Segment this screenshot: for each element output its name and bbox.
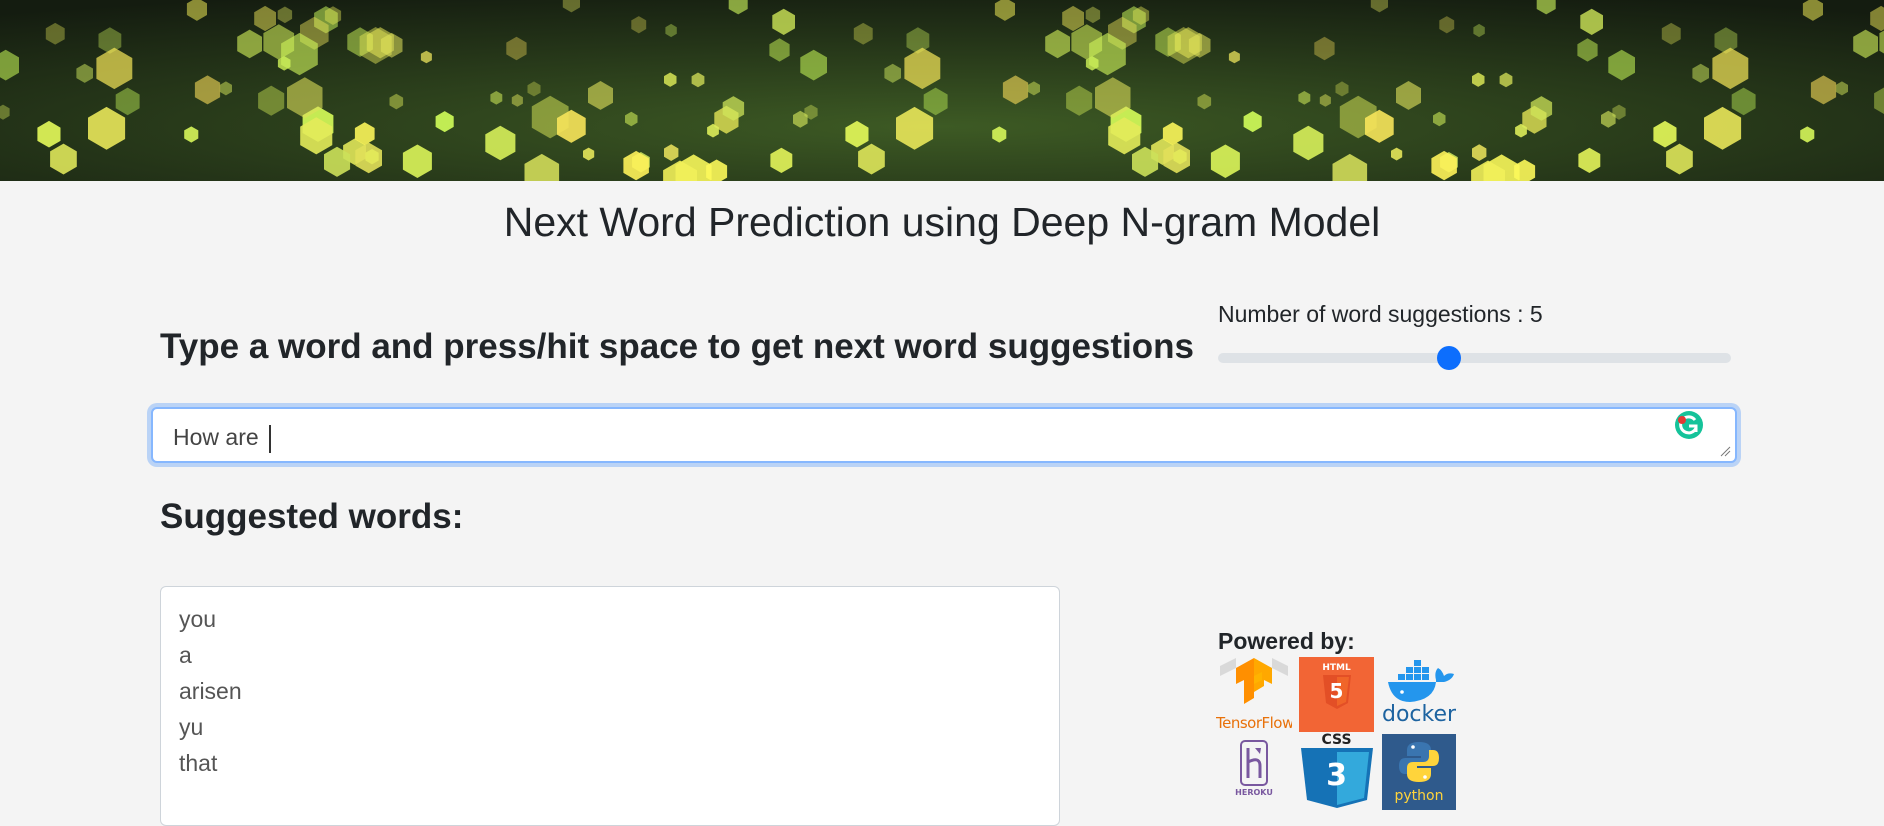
html5-logo: HTML 5 (1299, 657, 1374, 732)
header-banner-image (0, 0, 1884, 181)
bokeh-lights-image (0, 0, 1884, 181)
heroku-icon (1240, 740, 1268, 786)
powered-by-label: Powered by: (1218, 628, 1355, 654)
word-input-textarea[interactable]: How are (151, 407, 1737, 463)
suggestion-count-label: Number of word suggestions : 5 (1218, 301, 1543, 327)
grammarly-icon[interactable] (1674, 410, 1704, 440)
instruction-heading: Type a word and press/hit space to get n… (160, 327, 1194, 366)
suggested-words-heading: Suggested words: (160, 497, 464, 536)
html5-logo-label: HTML (1322, 663, 1351, 673)
input-text: How are (173, 424, 266, 450)
css3-logo: CSS 3 (1299, 732, 1374, 810)
docker-logo-text: docker (1382, 702, 1456, 727)
suggestion-word[interactable]: yu (179, 709, 1041, 745)
python-logo: python (1382, 734, 1456, 810)
tensorflow-logo: TensorFlow (1216, 658, 1292, 732)
python-logo-text: python (1394, 788, 1444, 804)
slider-thumb[interactable] (1436, 346, 1461, 370)
css3-logo-label: CSS (1321, 732, 1352, 748)
tensorflow-icon (1220, 658, 1288, 704)
suggestion-word[interactable]: that (179, 745, 1041, 781)
python-snake-icon (1399, 742, 1439, 782)
docker-logo: docker (1382, 658, 1456, 732)
tensorflow-logo-text: TensorFlow (1216, 714, 1292, 732)
suggestion-count-slider[interactable] (1218, 346, 1731, 370)
css3-logo-number: 3 (1326, 758, 1347, 793)
suggestions-list: you a arisen yu that (160, 586, 1060, 826)
html5-logo-number: 5 (1329, 679, 1344, 703)
heroku-logo-text: HEROKU (1235, 788, 1273, 797)
docker-whale-icon (1388, 660, 1454, 702)
resize-grip-icon[interactable] (1719, 445, 1731, 457)
suggestion-word[interactable]: arisen (179, 673, 1041, 709)
heroku-logo: HEROKU (1216, 734, 1292, 810)
text-caret (269, 424, 272, 453)
suggestion-word[interactable]: a (179, 637, 1041, 673)
suggestion-word[interactable]: you (179, 601, 1041, 637)
slider-track[interactable] (1218, 353, 1731, 363)
page-title: Next Word Prediction using Deep N-gram M… (503, 199, 1381, 245)
